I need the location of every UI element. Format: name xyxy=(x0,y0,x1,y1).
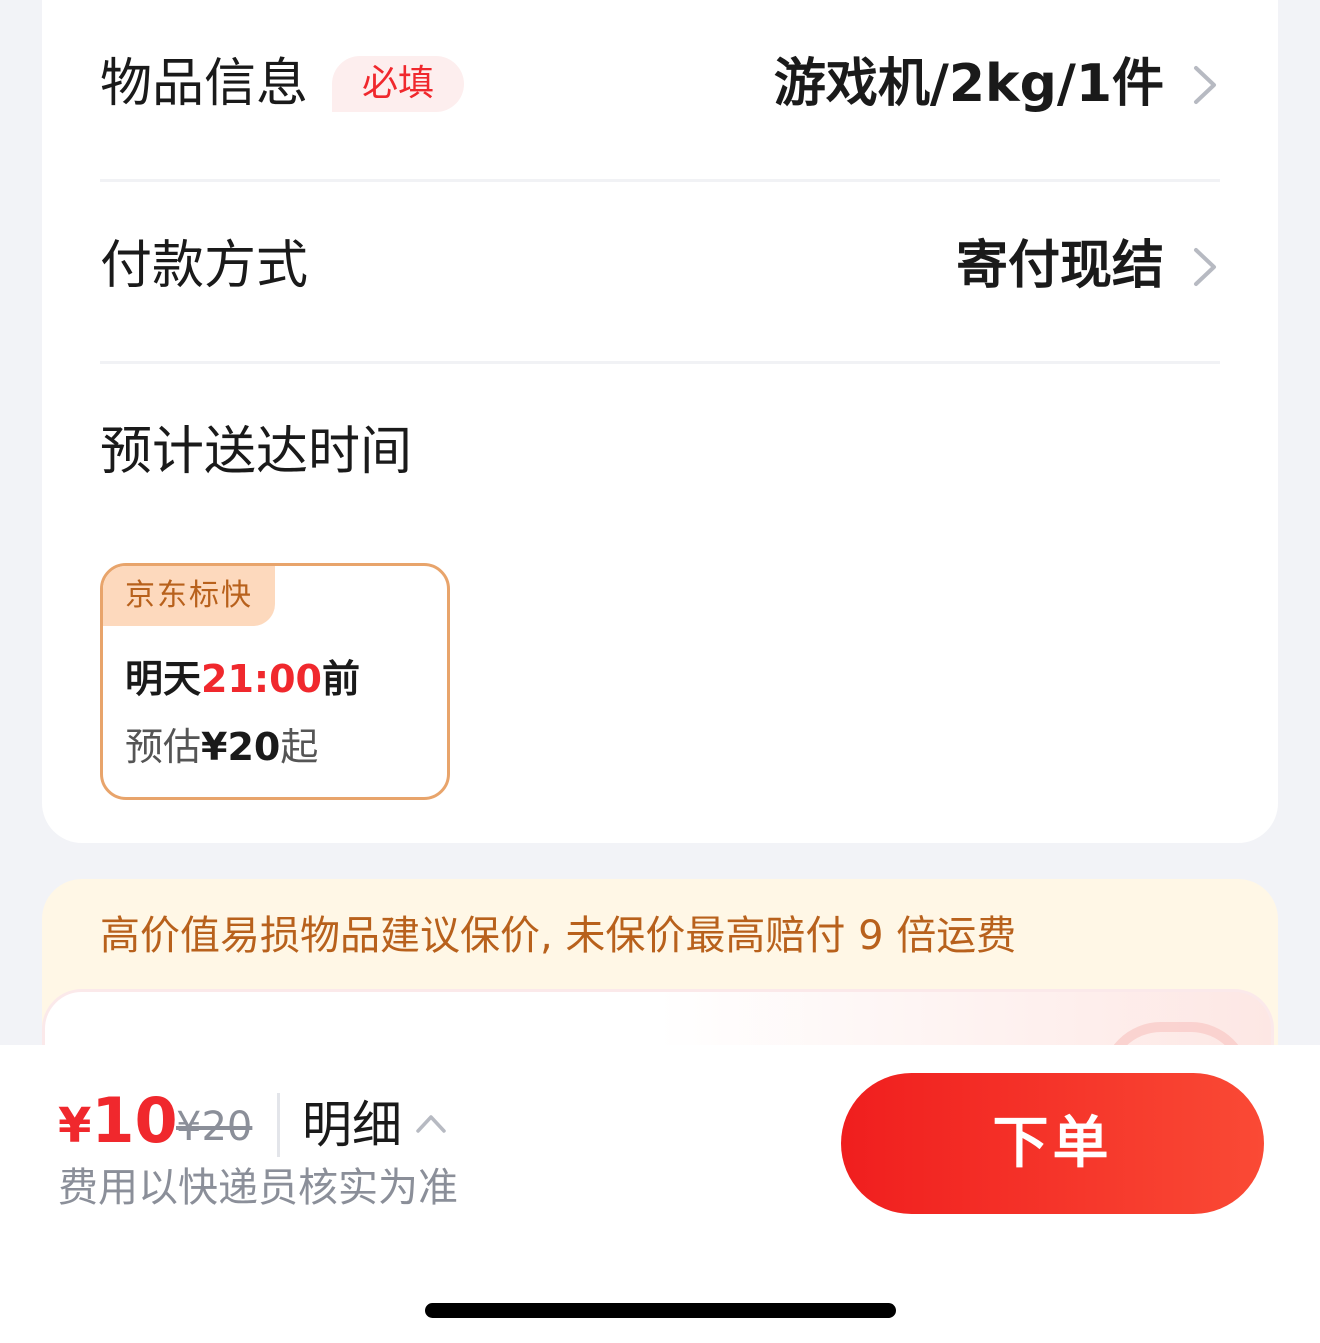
item-info-row[interactable]: 物品信息 必填 游戏机/2kg/1件 xyxy=(100,0,1220,182)
payment-method-row[interactable]: 付款方式 寄付现结 xyxy=(100,182,1220,364)
home-indicator[interactable] xyxy=(425,1303,896,1318)
chevron-right-icon xyxy=(1194,248,1216,286)
current-price-value: 10 xyxy=(91,1084,178,1157)
insurance-notice: 高价值易损物品建议保价, 未保价最高赔付 9 倍运费 xyxy=(100,913,1017,959)
payment-method-value: 寄付现结 xyxy=(955,236,1164,296)
chevron-up-icon[interactable] xyxy=(414,1111,448,1135)
currency-symbol: ¥ xyxy=(58,1098,92,1154)
price-divider xyxy=(277,1093,280,1157)
bottom-action-bar: ¥10 ¥20 明细 费用以快递员核实为准 下单 xyxy=(0,1045,1320,1343)
chevron-right-icon xyxy=(1194,66,1216,104)
price-suffix: 起 xyxy=(280,725,319,769)
place-order-button[interactable]: 下单 xyxy=(841,1073,1264,1214)
delivery-option-tag: 京东标快 xyxy=(103,566,275,626)
current-price: ¥10 xyxy=(58,1081,178,1166)
payment-method-label: 付款方式 xyxy=(100,236,309,296)
delivery-option-price: 预估¥20起 xyxy=(125,722,318,772)
item-info-value: 游戏机/2kg/1件 xyxy=(773,54,1164,114)
price-detail-toggle[interactable]: 明细 xyxy=(302,1093,402,1157)
item-info-label: 物品信息 xyxy=(100,54,309,114)
time-highlight: 21:00 xyxy=(201,657,322,701)
time-prefix: 明天 xyxy=(125,657,202,701)
price-prefix: 预估 xyxy=(125,725,202,769)
time-suffix: 前 xyxy=(321,657,360,701)
original-price: ¥20 xyxy=(176,1104,253,1150)
required-badge: 必填 xyxy=(332,56,464,112)
fee-note: 费用以快递员核实为准 xyxy=(58,1165,458,1211)
eta-title: 预计送达时间 xyxy=(100,422,413,482)
delivery-option-card[interactable]: 京东标快 明天21:00前 预估¥20起 xyxy=(100,563,450,800)
price-value: ¥20 xyxy=(201,725,281,769)
delivery-option-time: 明天21:00前 xyxy=(125,654,360,704)
page: 物品信息 必填 游戏机/2kg/1件 付款方式 寄付现结 预计送达时间 京东标快… xyxy=(0,0,1320,1343)
